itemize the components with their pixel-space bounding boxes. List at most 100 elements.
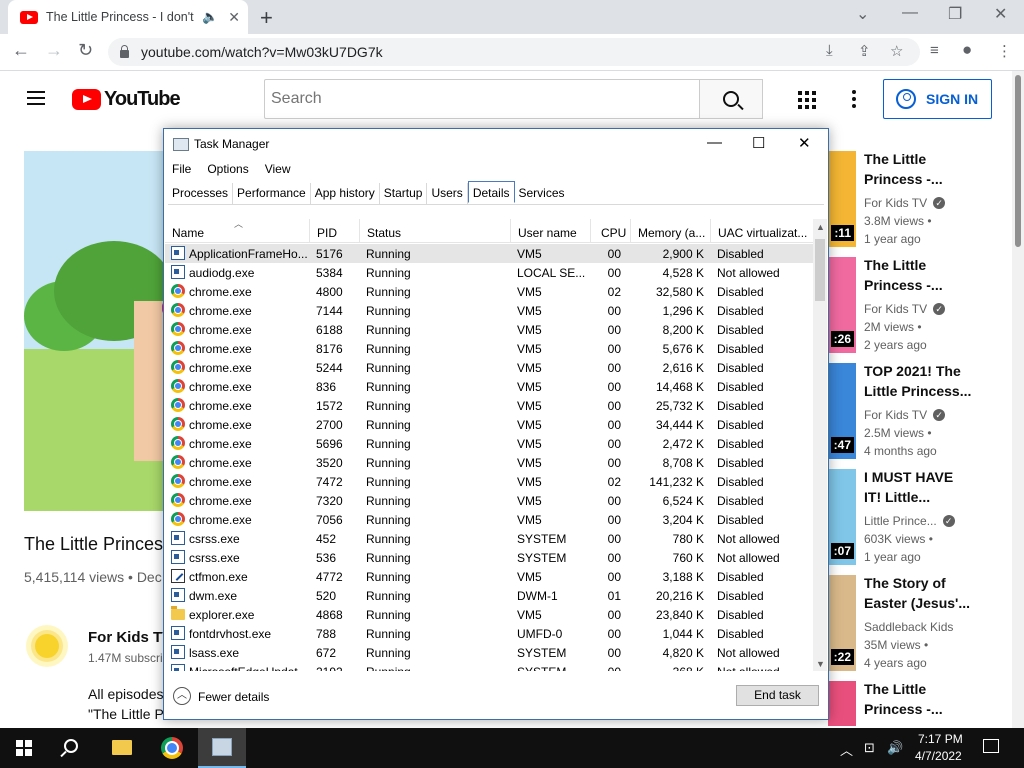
channel-name[interactable]: For Kids TV: [88, 629, 172, 646]
chevron-up-icon[interactable]: ︿: [173, 687, 191, 705]
search-input[interactable]: [264, 79, 700, 119]
table-row[interactable]: chrome.exe 5244 Running VM5 00 2,616 K Disable…: [165, 358, 813, 377]
table-row[interactable]: chrome.exe 7144 Running VM5 00 1,296 K Disable…: [165, 301, 813, 320]
menu-options[interactable]: Options: [199, 159, 256, 181]
notification-center-icon[interactable]: [983, 739, 999, 753]
tab-users[interactable]: Users: [427, 183, 468, 204]
recommendation-thumbnail[interactable]: :11: [828, 151, 856, 247]
speaker-icon[interactable]: 🔈: [202, 9, 218, 25]
recommendation-title[interactable]: The Little Princess -...: [864, 149, 984, 189]
recommendation-title[interactable]: TOP 2021! The Little Princess...: [864, 361, 984, 401]
volume-icon[interactable]: 🔊: [887, 740, 903, 756]
browser-tab-youtube[interactable]: The Little Princess - I don't w 🔈 ✕: [8, 0, 248, 34]
back-button[interactable]: ←: [12, 40, 30, 61]
tab-startup[interactable]: Startup: [380, 183, 428, 204]
install-app-icon[interactable]: ⤓: [826, 42, 833, 59]
column-uac[interactable]: UAC virtualizat...: [711, 219, 813, 243]
show-hidden-icons-chevron-icon[interactable]: ︿: [840, 740, 853, 759]
clock-date[interactable]: 4/7/2022: [915, 749, 962, 763]
profile-icon[interactable]: ●: [962, 40, 972, 60]
recommendation-thumbnail[interactable]: :26: [828, 257, 856, 353]
page-scrollbar[interactable]: [1012, 71, 1024, 728]
recommendation-channel[interactable]: For Kids TV ✓: [864, 302, 946, 316]
tab-processes[interactable]: Processes: [168, 183, 234, 204]
recommendation-thumbnail[interactable]: :47: [828, 363, 856, 459]
table-row[interactable]: ctfmon.exe 4772 Running VM5 00 3,188 K Disable…: [165, 567, 813, 586]
table-row[interactable]: chrome.exe 1572 Running VM5 00 25,732 K Disabl…: [165, 396, 813, 415]
task-manager-titlebar[interactable]: Task Manager — ☐ ✕: [164, 129, 828, 159]
table-row[interactable]: chrome.exe 4800 Running VM5 02 32,580 K Disabl…: [165, 282, 813, 301]
recommendation-title[interactable]: The Little Princess -...: [864, 679, 984, 719]
share-icon[interactable]: ⇪: [858, 42, 871, 60]
browser-menu-icon[interactable]: ⋮: [997, 42, 1012, 60]
taskbar-search-icon[interactable]: [64, 739, 78, 753]
table-row[interactable]: dwm.exe 520 Running DWM-1 01 20,216 K Disabled: [165, 586, 813, 605]
recommendation-thumbnail[interactable]: :22: [828, 575, 856, 671]
sign-in-button[interactable]: SIGN IN: [883, 79, 992, 119]
column-cpu[interactable]: CPU: [591, 219, 631, 243]
forward-button[interactable]: →: [45, 40, 63, 61]
taskbar-chrome[interactable]: [148, 728, 196, 768]
tm-maximize-button[interactable]: ☐: [752, 134, 765, 152]
table-row[interactable]: MicrosoftEdgeUpdat... 2192 Running SYSTEM00…: [165, 662, 813, 671]
details-scrollbar[interactable]: ▲ ▼: [813, 219, 827, 671]
windows-start-icon[interactable]: [16, 740, 32, 756]
tab-app-history[interactable]: App history: [311, 183, 380, 204]
scroll-down-icon[interactable]: ▼: [816, 659, 825, 669]
hamburger-menu-icon[interactable]: [27, 91, 45, 105]
scroll-up-icon[interactable]: ▲: [816, 222, 825, 232]
table-row[interactable]: chrome.exe 6188 Running VM5 00 8,200 K Disable…: [165, 320, 813, 339]
recommendation-title[interactable]: I MUST HAVE IT! Little...: [864, 467, 984, 507]
table-row[interactable]: chrome.exe 7320 Running VM5 00 6,524 K Disable…: [165, 491, 813, 510]
table-row[interactable]: ApplicationFrameHo... 5176 Running VM5 00 2,9…: [165, 244, 813, 263]
table-row[interactable]: chrome.exe 7472 Running VM5 02 141,232 K Disab…: [165, 472, 813, 491]
column-pid[interactable]: PID: [310, 219, 360, 243]
recommendation-title[interactable]: The Little Princess -...: [864, 255, 984, 295]
recommendation-thumbnail[interactable]: [828, 681, 856, 726]
recommendation-channel[interactable]: For Kids TV ✓: [864, 196, 946, 210]
recommendation-channel[interactable]: Saddleback Kids: [864, 620, 953, 634]
settings-kebab-icon[interactable]: [852, 90, 856, 111]
table-row[interactable]: lsass.exe 672 Running SYSTEM 00 4,820 K Not al…: [165, 643, 813, 662]
table-row[interactable]: csrss.exe 452 Running SYSTEM 00 780 K Not allo…: [165, 529, 813, 548]
taskbar-task-manager[interactable]: [198, 728, 246, 768]
close-window-button[interactable]: ✕: [994, 4, 1007, 24]
fewer-details-link[interactable]: Fewer details: [198, 690, 269, 704]
column-name[interactable]: ︿ Name: [165, 219, 310, 243]
search-button[interactable]: [699, 79, 763, 119]
table-row[interactable]: csrss.exe 536 Running SYSTEM 00 760 K Not allo…: [165, 548, 813, 567]
network-icon[interactable]: ⊡: [864, 740, 875, 756]
lock-icon[interactable]: [120, 44, 129, 58]
table-row[interactable]: chrome.exe 836 Running VM5 00 14,468 K Disable…: [165, 377, 813, 396]
new-tab-button[interactable]: +: [260, 5, 273, 31]
tab-search-icon[interactable]: ⌄: [856, 4, 869, 24]
youtube-logo[interactable]: YouTube: [72, 88, 181, 111]
column-memory[interactable]: Memory (a...: [631, 219, 711, 243]
column-user-name[interactable]: User name: [511, 219, 591, 243]
recommendation-title[interactable]: The Story of Easter (Jesus'...: [864, 573, 984, 613]
clock-time[interactable]: 7:17 PM: [918, 732, 963, 746]
menu-view[interactable]: View: [257, 159, 299, 181]
table-row[interactable]: chrome.exe 3520 Running VM5 00 8,708 K Disable…: [165, 453, 813, 472]
apps-grid-icon[interactable]: [798, 91, 816, 109]
tab-details[interactable]: Details: [467, 181, 515, 203]
table-row[interactable]: explorer.exe 4868 Running VM5 00 23,840 K Disa…: [165, 605, 813, 624]
table-row[interactable]: audiodg.exe 5384 Running LOCAL SE... 00 4,528…: [165, 263, 813, 282]
media-control-icon[interactable]: ≡: [930, 42, 939, 59]
tab-performance[interactable]: Performance: [233, 183, 311, 204]
recommendation-channel[interactable]: For Kids TV ✓: [864, 408, 946, 422]
tm-close-button[interactable]: ✕: [798, 134, 811, 152]
restore-window-button[interactable]: ❐: [948, 4, 962, 24]
close-tab-icon[interactable]: ✕: [228, 9, 240, 26]
column-status[interactable]: Status: [360, 219, 511, 243]
table-row[interactable]: fontdrvhost.exe 788 Running UMFD-0 00 1,044 K…: [165, 624, 813, 643]
menu-file[interactable]: File: [164, 159, 199, 181]
table-row[interactable]: chrome.exe 7056 Running VM5 00 3,204 K Disable…: [165, 510, 813, 529]
minimize-window-button[interactable]: —: [902, 4, 918, 22]
recommendation-channel[interactable]: Little Prince... ✓: [864, 514, 955, 528]
recommendation-thumbnail[interactable]: :07: [828, 469, 856, 565]
bookmark-star-icon[interactable]: ☆: [890, 42, 903, 60]
details-scrollbar-thumb[interactable]: [815, 239, 825, 301]
table-row[interactable]: chrome.exe 2700 Running VM5 00 34,444 K Disabl…: [165, 415, 813, 434]
table-row[interactable]: chrome.exe 5696 Running VM5 00 2,472 K Disable…: [165, 434, 813, 453]
